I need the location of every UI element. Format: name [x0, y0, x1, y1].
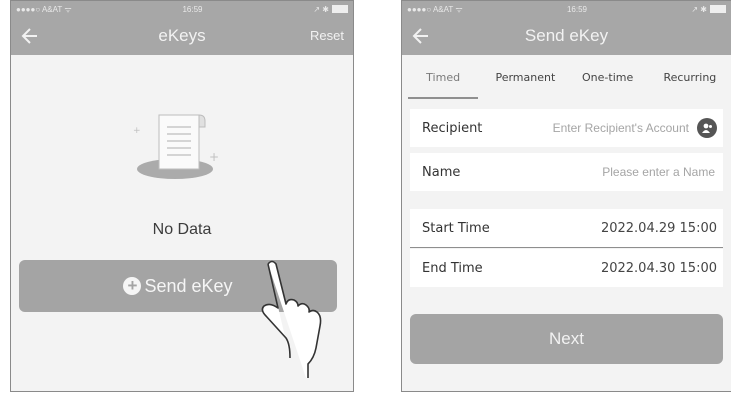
battery-icon [710, 5, 726, 13]
reset-button[interactable]: Reset [310, 28, 344, 43]
tab-timed[interactable]: Timed [402, 63, 484, 99]
battery-icon [332, 5, 348, 13]
end-time-label: End Time [422, 260, 483, 276]
status-bar: ●●●●○ A&AT ᯤ 16:59 ↗ ✱ [11, 1, 353, 17]
back-arrow-icon[interactable] [17, 22, 45, 50]
contacts-icon[interactable] [697, 118, 717, 138]
back-arrow-icon[interactable] [408, 22, 436, 50]
status-bar: ●●●●○ A&AT ᯤ 16:59 ↗ ✱ [402, 1, 731, 17]
svg-text:+: + [209, 150, 219, 164]
status-time: 16:59 [182, 4, 203, 14]
next-button[interactable]: Next [410, 314, 723, 364]
recipient-input[interactable] [517, 120, 691, 136]
carrier-label: ●●●●○ A&AT ᯤ [407, 4, 463, 14]
empty-document-icon: + + [133, 114, 219, 179]
start-time-row[interactable]: Start Time 2022.04.29 15:00 [410, 209, 723, 247]
recipient-label: Recipient [422, 120, 483, 136]
header-bar: eKeys Reset [11, 17, 353, 55]
page-title: Send eKey [524, 26, 609, 45]
pointing-hand-icon [261, 260, 322, 378]
no-data-label: No Data [152, 221, 212, 238]
name-row: Name [410, 153, 723, 191]
ekeys-screen: ●●●●○ A&AT ᯤ 16:59 ↗ ✱ eKeys Reset + + N… [10, 0, 354, 392]
key-type-tabs: Timed Permanent One-time Recurring [402, 55, 731, 103]
tab-permanent[interactable]: Permanent [484, 63, 566, 95]
end-time-value: 2022.04.30 15:00 [600, 260, 717, 276]
tab-one-time[interactable]: One-time [567, 63, 649, 95]
end-time-row[interactable]: End Time 2022.04.30 15:00 [410, 249, 723, 287]
plus-circle-icon: + [123, 277, 142, 295]
page-title: eKeys [158, 26, 206, 45]
send-ekey-screen: ●●●●○ A&AT ᯤ 16:59 ↗ ✱ Send eKey Timed P… [401, 0, 731, 392]
status-icons: ↗ ✱ [691, 4, 707, 14]
name-input[interactable] [543, 164, 717, 180]
start-time-label: Start Time [422, 220, 490, 236]
carrier-label: ●●●●○ A&AT ᯤ [16, 4, 72, 14]
status-icons: ↗ ✱ [313, 4, 329, 14]
svg-text:+: + [133, 126, 141, 136]
row-divider [410, 247, 723, 248]
recipient-row: Recipient [410, 109, 723, 147]
start-time-value: 2022.04.29 15:00 [600, 220, 717, 236]
name-label: Name [422, 164, 461, 180]
send-ekey-label: Send eKey [144, 275, 233, 296]
tab-recurring[interactable]: Recurring [649, 63, 731, 95]
status-time: 16:59 [566, 4, 587, 14]
header-bar: Send eKey [402, 17, 731, 55]
